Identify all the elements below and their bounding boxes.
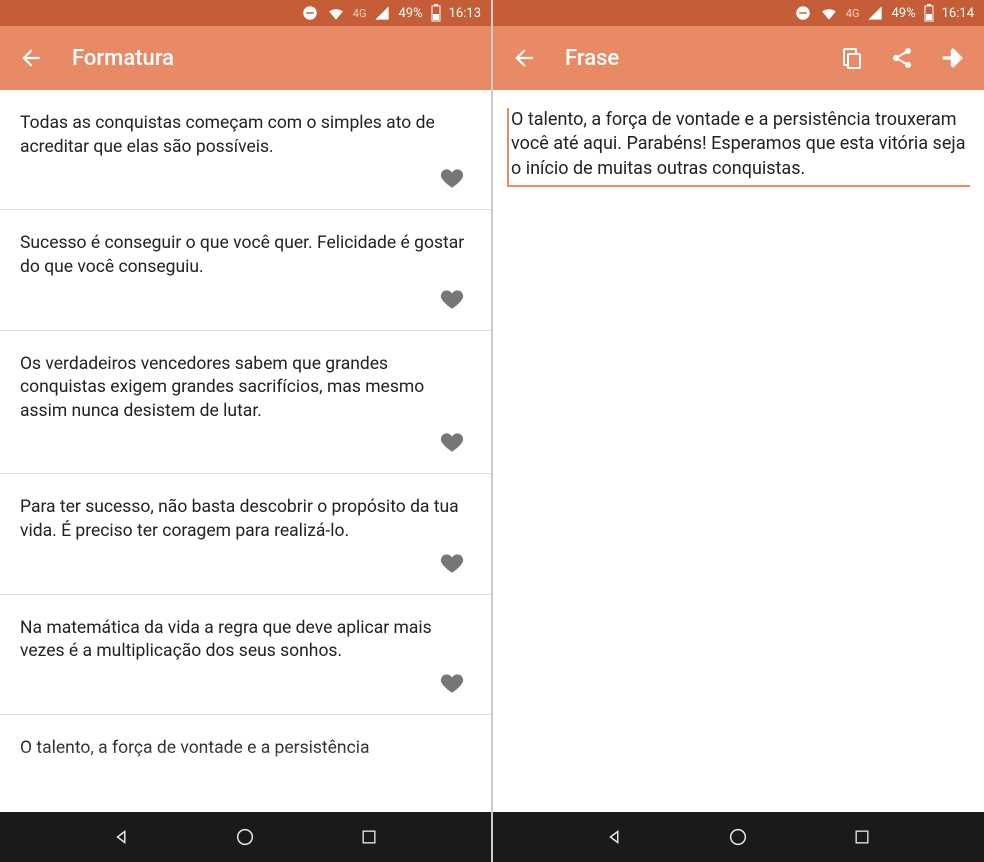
wifi-icon — [820, 4, 838, 22]
battery-icon — [431, 4, 441, 22]
back-button[interactable] — [511, 45, 537, 71]
phone-left: 4G 49% 16:13 Formatura Todas as conquist… — [0, 0, 491, 862]
quote-list[interactable]: Todas as conquistas começam com o simple… — [0, 90, 491, 812]
clock-label: 16:13 — [449, 6, 481, 21]
heart-icon[interactable] — [439, 550, 465, 576]
signal-icon — [374, 5, 390, 21]
app-bar: Frase — [493, 26, 984, 90]
wifi-icon — [327, 4, 345, 22]
app-bar: Formatura — [0, 26, 491, 90]
quote-text: O talento, a força de vontade e a persis… — [20, 737, 471, 761]
share-button[interactable] — [890, 46, 914, 70]
phone-right: 4G 49% 16:14 Frase O talento, a força de — [493, 0, 984, 862]
navigation-bar — [493, 812, 984, 862]
list-item[interactable]: Na matemática da vida a regra que deve a… — [0, 594, 491, 714]
quote-text: Sucesso é conseguir o que você quer. Fel… — [20, 232, 471, 279]
clock-label: 16:14 — [942, 6, 974, 21]
list-item[interactable]: Os verdadeiros vencedores sabem que gran… — [0, 330, 491, 474]
heart-icon[interactable] — [439, 429, 465, 455]
nav-recent-button[interactable] — [349, 817, 389, 857]
heart-icon[interactable] — [439, 286, 465, 312]
quote-text: Para ter sucesso, não basta descobrir o … — [20, 496, 471, 543]
quote-text: Os verdadeiros vencedores sabem que gran… — [20, 353, 471, 424]
status-bar: 4G 49% 16:14 — [493, 0, 984, 26]
quote-detail: O talento, a força de vontade e a persis… — [493, 90, 984, 812]
list-item[interactable]: Todas as conquistas começam com o simple… — [0, 90, 491, 209]
battery-icon — [924, 4, 934, 22]
battery-label: 49% — [398, 6, 422, 21]
quote-text-editable[interactable]: O talento, a força de vontade e a persis… — [507, 108, 970, 187]
status-bar: 4G 49% 16:13 — [0, 0, 491, 26]
list-item[interactable]: Para ter sucesso, não basta descobrir o … — [0, 473, 491, 593]
nav-home-button[interactable] — [225, 817, 265, 857]
forward-button[interactable] — [940, 45, 966, 71]
page-title: Formatura — [72, 46, 174, 71]
list-item[interactable]: Sucesso é conseguir o que você quer. Fel… — [0, 209, 491, 329]
nav-home-button[interactable] — [718, 817, 758, 857]
nav-back-button[interactable] — [102, 817, 142, 857]
list-item[interactable]: O talento, a força de vontade e a persis… — [0, 714, 491, 769]
copy-button[interactable] — [840, 46, 864, 70]
signal-icon — [867, 5, 883, 21]
network-label: 4G — [353, 7, 367, 20]
page-title: Frase — [565, 46, 619, 71]
navigation-bar — [0, 812, 491, 862]
heart-icon[interactable] — [439, 670, 465, 696]
nav-recent-button[interactable] — [842, 817, 882, 857]
dnd-icon — [794, 4, 812, 22]
battery-label: 49% — [891, 6, 915, 21]
back-button[interactable] — [18, 45, 44, 71]
dnd-icon — [301, 4, 319, 22]
network-label: 4G — [846, 7, 860, 20]
heart-icon[interactable] — [439, 165, 465, 191]
nav-back-button[interactable] — [595, 817, 635, 857]
quote-text: Todas as conquistas começam com o simple… — [20, 112, 471, 159]
quote-text: Na matemática da vida a regra que deve a… — [20, 617, 471, 664]
